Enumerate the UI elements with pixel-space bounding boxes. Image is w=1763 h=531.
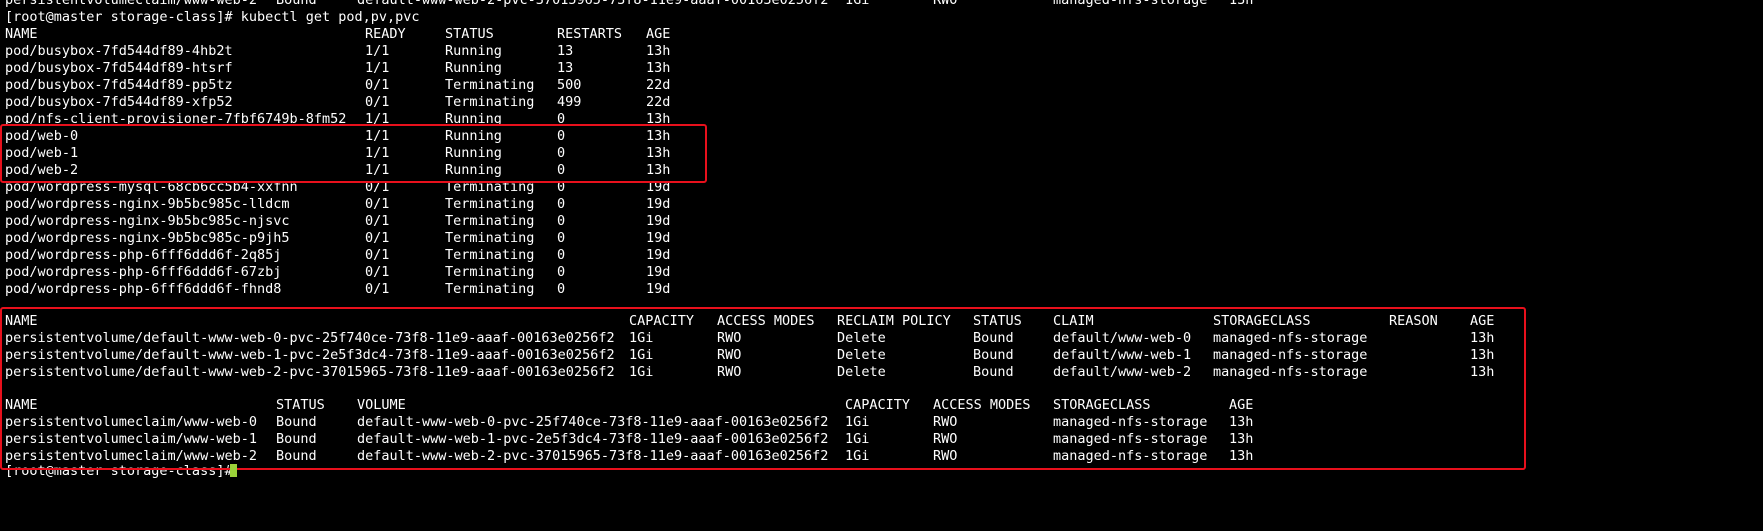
- pod-status-cell: Running: [445, 43, 502, 59]
- pod-status-cell: Running: [445, 60, 502, 76]
- pod-age-cell: 19d: [646, 281, 671, 297]
- pod-age-cell: 19d: [646, 213, 671, 229]
- pod-status-cell: Terminating: [445, 230, 535, 246]
- pod-ready-cell: 0/1: [365, 281, 390, 297]
- pod-ready-cell: 1/1: [365, 43, 390, 59]
- pod-status-cell: Terminating: [445, 264, 535, 280]
- pod-status-cell: Terminating: [445, 247, 535, 263]
- pod-restarts-cell: 499: [557, 94, 582, 110]
- pod-name-cell: pod/busybox-7fd544df89-4hb2t: [5, 43, 233, 59]
- pod-age-cell: 19d: [646, 230, 671, 246]
- pod-restarts-header: RESTARTS: [557, 26, 623, 42]
- pod-age-cell: 19d: [646, 247, 671, 263]
- pod-ready-cell: 0/1: [365, 247, 390, 263]
- pod-restarts-cell: 0: [557, 247, 566, 263]
- pod-status-cell: Terminating: [445, 213, 535, 229]
- pod-status-cell: Terminating: [445, 94, 535, 110]
- terminal-cursor: [230, 464, 237, 477]
- pod-restarts-cell: 0: [557, 281, 566, 297]
- pod-name-cell: pod/wordpress-nginx-9b5bc985c-p9jh5: [5, 230, 290, 246]
- pod-restarts-cell: 0: [557, 213, 566, 229]
- pod-ready-cell: 0/1: [365, 213, 390, 229]
- pod-ready-cell: 1/1: [365, 60, 390, 76]
- pod-name-cell: pod/wordpress-nginx-9b5bc985c-lldcm: [5, 196, 290, 212]
- terminal-window[interactable]: [root@master storage-class]# persistentvo…: [0, 0, 1763, 531]
- pod-restarts-cell: 0: [557, 264, 566, 280]
- pod-status-cell: Terminating: [445, 196, 535, 212]
- pod-name-cell: pod/wordpress-php-6fff6ddd6f-2q85j: [5, 247, 282, 263]
- pod-status-header: STATUS: [445, 26, 494, 42]
- command-prompt-line[interactable]: [root@master storage-class]# kubectl get…: [5, 9, 420, 26]
- highlight-box-pv-pvc: [0, 307, 1526, 470]
- pvc-volume-cell: default-www-web-2-pvc-37015965-73f8-11e9…: [357, 0, 829, 8]
- pod-name-header: NAME: [5, 26, 38, 42]
- pod-name-cell: pod/busybox-7fd544df89-xfp52: [5, 94, 233, 110]
- highlight-box-web-pods: [0, 124, 707, 183]
- pod-name-cell: pod/busybox-7fd544df89-pp5tz: [5, 77, 233, 93]
- pod-age-cell: 19d: [646, 264, 671, 280]
- pod-age-cell: 13h: [646, 60, 671, 76]
- pod-ready-cell: 0/1: [365, 230, 390, 246]
- pvc-access-modes-cell: RWO: [933, 0, 958, 8]
- pod-name-cell: pod/wordpress-php-6fff6ddd6f-67zbj: [5, 264, 282, 280]
- pod-age-cell: 19d: [646, 196, 671, 212]
- pod-ready-cell: 0/1: [365, 264, 390, 280]
- pod-age-cell: 22d: [646, 94, 671, 110]
- pod-restarts-cell: 13: [557, 60, 574, 76]
- pod-ready-header: READY: [365, 26, 406, 42]
- pvc-capacity-cell: 1Gi: [845, 0, 870, 8]
- pvc-name-cell: persistentvolumeclaim/www-web-2: [5, 0, 257, 8]
- pvc-age-cell: 13h: [1229, 0, 1254, 8]
- pod-name-cell: pod/wordpress-php-6fff6ddd6f-fhnd8: [5, 281, 282, 297]
- pod-age-cell: 13h: [646, 43, 671, 59]
- pod-restarts-cell: 13: [557, 43, 574, 59]
- pod-status-cell: Terminating: [445, 281, 535, 297]
- pod-status-cell: Terminating: [445, 77, 535, 93]
- pod-name-cell: pod/busybox-7fd544df89-htsrf: [5, 60, 233, 76]
- pod-age-header: AGE: [646, 26, 671, 42]
- pvc-storageclass-cell: managed-nfs-storage: [1053, 0, 1208, 8]
- pod-restarts-cell: 500: [557, 77, 582, 93]
- pvc-status-cell: Bound: [276, 0, 317, 8]
- pod-ready-cell: 0/1: [365, 196, 390, 212]
- pod-ready-cell: 0/1: [365, 94, 390, 110]
- pod-ready-cell: 0/1: [365, 77, 390, 93]
- pod-age-cell: 22d: [646, 77, 671, 93]
- pod-restarts-cell: 0: [557, 196, 566, 212]
- pod-name-cell: pod/wordpress-nginx-9b5bc985c-njsvc: [5, 213, 290, 229]
- pod-restarts-cell: 0: [557, 230, 566, 246]
